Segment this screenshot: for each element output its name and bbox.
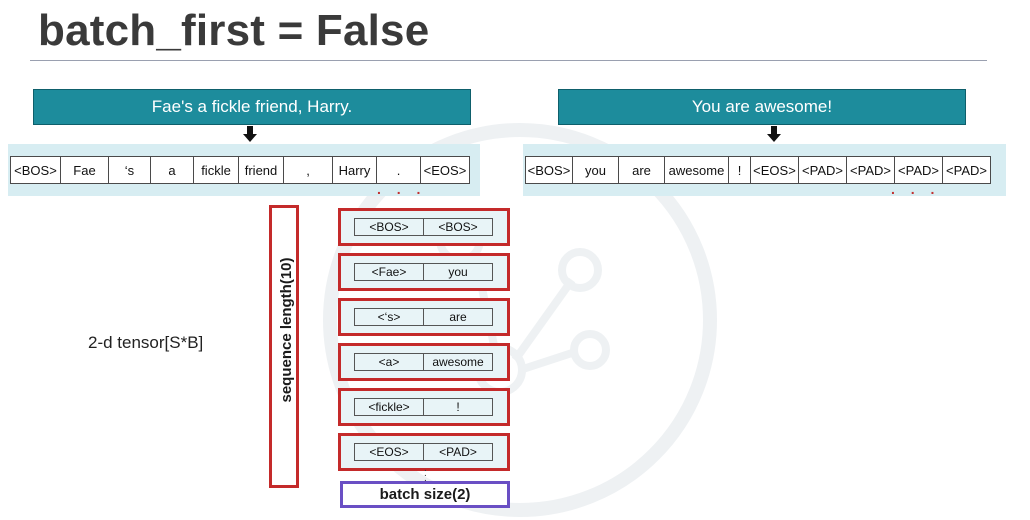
batch-item-2-token: are — [423, 308, 493, 326]
token-cell: . — [376, 156, 421, 184]
batch-item-1-token: <EOS> — [354, 443, 424, 461]
batch-item-1-token: <Fae> — [354, 263, 424, 281]
batch-item-2-token: you — [423, 263, 493, 281]
token-cell: ! — [728, 156, 751, 184]
token-cell: <PAD> — [894, 156, 943, 184]
token-pair: <BOS> <BOS> — [354, 218, 493, 236]
sentence-box-2: You are awesome! — [558, 89, 966, 125]
token-cell: Fae — [60, 156, 109, 184]
batch-item-1-token: <‘s> — [354, 308, 424, 326]
token-cell: you — [572, 156, 619, 184]
token-pair: <EOS> <PAD> — [354, 443, 493, 461]
token-cell: a — [150, 156, 194, 184]
slide-title: batch_first = False — [38, 6, 430, 55]
token-cell: are — [618, 156, 665, 184]
sequence-length-label: sequence length(10) — [277, 257, 295, 403]
token-cell: <PAD> — [798, 156, 847, 184]
sentence-box-1: Fae's a fickle friend, Harry. — [33, 89, 471, 125]
token-row-1: <BOS> Fae ‘s a fickle friend, Harry. <EOS> — [10, 156, 470, 184]
batch-item-2-token: <PAD> — [423, 443, 493, 461]
token-row-2: <BOS> you are awesome! <EOS> <PAD> <PAD> <PAD> <… — [525, 156, 991, 184]
down-arrow-icon — [243, 126, 257, 142]
token-cell: <EOS> — [420, 156, 470, 184]
down-arrow-icon — [767, 126, 781, 142]
ellipsis-1: . . . — [377, 181, 427, 197]
token-cell: , — [283, 156, 333, 184]
token-pair: <fickle>! — [354, 398, 493, 416]
token-cell: <BOS> — [10, 156, 61, 184]
time-step-row: <fickle>! — [338, 388, 510, 426]
token-cell: friend — [238, 156, 284, 184]
time-step-row: <Fae> you — [338, 253, 510, 291]
ellipsis-2: . . . — [891, 181, 941, 197]
batch-item-1-token: <a> — [354, 353, 424, 371]
token-pair: <Fae> you — [354, 263, 493, 281]
time-step-row: <BOS> <BOS> — [338, 208, 510, 246]
batch-item-2-token: ! — [423, 398, 493, 416]
token-pair: <‘s> are — [354, 308, 493, 326]
title-divider — [30, 60, 987, 61]
batch-item-2-token: <BOS> — [423, 218, 493, 236]
token-cell: <PAD> — [846, 156, 895, 184]
tensor-label: 2-d tensor[S*B] — [88, 333, 204, 352]
batch-item-1-token: <fickle> — [354, 398, 424, 416]
batch-item-2-token: awesome — [423, 353, 493, 371]
time-step-row: <‘s> are — [338, 298, 510, 336]
batch-item-1-token: <BOS> — [354, 218, 424, 236]
token-pair: <a> awesome — [354, 353, 493, 371]
token-cell: ‘s — [108, 156, 151, 184]
token-cell: awesome — [664, 156, 729, 184]
batch-size-box: batch size(2) — [340, 481, 510, 508]
token-cell: <BOS> — [525, 156, 573, 184]
token-cell: fickle — [193, 156, 239, 184]
token-cell: <PAD> — [942, 156, 991, 184]
token-cell: Harry — [332, 156, 377, 184]
vertical-ellipsis: ... — [424, 463, 427, 484]
time-step-row: <a> awesome — [338, 343, 510, 381]
token-cell: <EOS> — [750, 156, 799, 184]
